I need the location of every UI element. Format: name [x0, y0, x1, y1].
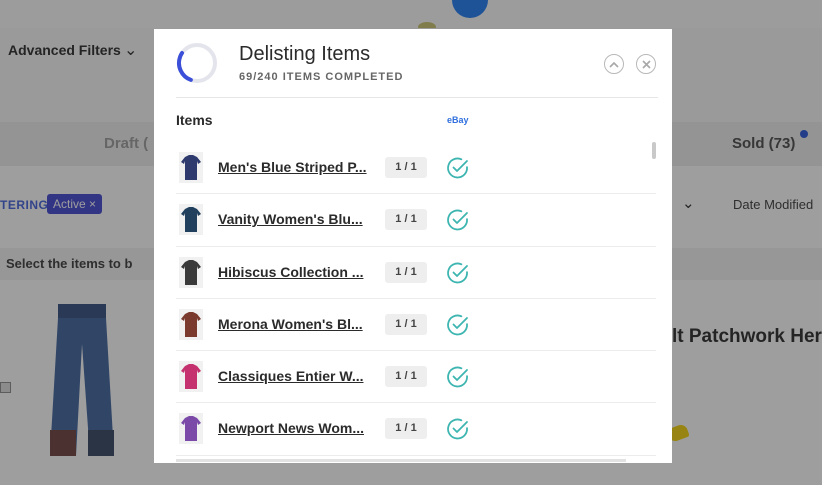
column-header-items: Items: [176, 112, 213, 128]
modal-title: Delisting Items: [239, 43, 371, 65]
quantity-badge: 1 / 1: [385, 209, 427, 231]
collapse-button[interactable]: [604, 54, 624, 74]
items-list: Men's Blue Striped P... 1 / 1 Vanity Wom…: [176, 142, 656, 456]
item-thumbnail: [179, 256, 203, 288]
item-name-link[interactable]: Merona Women's Bl...: [218, 316, 378, 332]
item-name-link[interactable]: Hibiscus Collection ...: [218, 264, 378, 280]
delisting-modal: Delisting Items 69/240 ITEMS COMPLETED I…: [154, 29, 672, 463]
item-name-link[interactable]: Vanity Women's Blu...: [218, 211, 378, 227]
list-item: Newport News Wom... 1 / 1: [176, 403, 656, 456]
list-bottom-edge: [176, 459, 626, 462]
quantity-badge: 1 / 1: [385, 366, 427, 388]
check-circle-icon: [447, 157, 468, 179]
list-item: Hibiscus Collection ... 1 / 1: [176, 247, 656, 299]
list-item: Classiques Entier W... 1 / 1: [176, 351, 656, 404]
item-name-link[interactable]: Newport News Wom...: [218, 420, 378, 436]
progress-spinner-icon: [177, 43, 217, 83]
list-item: Vanity Women's Blu... 1 / 1: [176, 194, 656, 247]
progress-status: 69/240 ITEMS COMPLETED: [239, 71, 404, 83]
quantity-badge: 1 / 1: [385, 157, 427, 178]
close-icon: [641, 59, 651, 69]
quantity-badge: 1 / 1: [385, 418, 427, 440]
list-item: Merona Women's Bl... 1 / 1: [176, 299, 656, 352]
item-thumbnail: [179, 361, 203, 393]
item-name-link[interactable]: Classiques Entier W...: [218, 368, 378, 384]
column-header-ebay: eBay: [447, 115, 469, 125]
item-thumbnail: [179, 152, 203, 183]
check-circle-icon: [447, 209, 468, 231]
header-divider: [176, 97, 658, 98]
check-circle-icon: [447, 262, 468, 283]
close-button[interactable]: [636, 54, 656, 74]
item-thumbnail: [179, 413, 203, 445]
item-name-link[interactable]: Men's Blue Striped P...: [218, 159, 378, 175]
item-thumbnail: [179, 308, 203, 340]
check-circle-icon: [447, 366, 468, 388]
chevron-up-icon: [609, 61, 619, 68]
list-item: Men's Blue Striped P... 1 / 1: [176, 142, 656, 195]
quantity-badge: 1 / 1: [385, 313, 427, 335]
quantity-badge: 1 / 1: [385, 261, 427, 283]
item-thumbnail: [179, 204, 203, 236]
check-circle-icon: [447, 314, 468, 336]
check-circle-icon: [447, 419, 468, 440]
